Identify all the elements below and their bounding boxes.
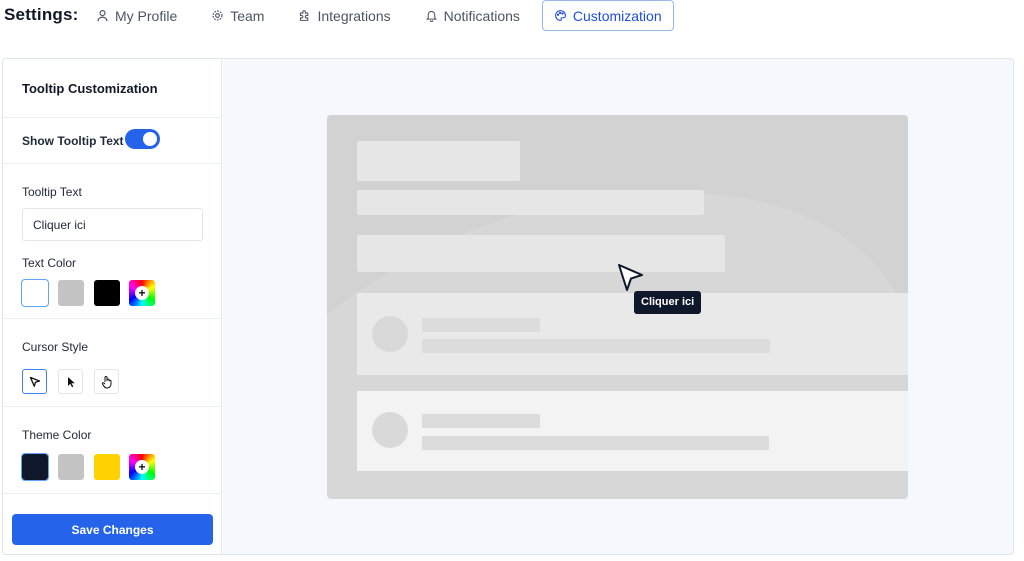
filled-pointer-icon <box>67 376 75 387</box>
cursor-style-outline-option[interactable] <box>22 369 47 394</box>
divider <box>3 318 222 319</box>
tab-customization[interactable]: Customization <box>541 0 674 31</box>
customization-panel: Tooltip Customization Show Tooltip Text … <box>2 58 1014 555</box>
hand-icon <box>101 375 111 388</box>
placeholder-line <box>422 339 770 353</box>
divider <box>3 163 222 164</box>
tooltip-text-input[interactable] <box>22 208 203 241</box>
theme-color-gray-swatch[interactable] <box>58 454 84 480</box>
placeholder-block <box>357 141 520 181</box>
tab-label: Team <box>230 7 265 24</box>
settings-tabs: My Profile Team Integrations Notificatio… <box>84 0 684 31</box>
bell-icon <box>425 10 437 22</box>
text-color-white-swatch[interactable] <box>21 279 49 307</box>
theme-color-custom-picker[interactable]: + <box>129 454 155 480</box>
text-color-gray-swatch[interactable] <box>58 280 84 306</box>
user-icon <box>97 10 108 22</box>
settings-title: Settings: <box>4 5 79 24</box>
gear-icon <box>212 10 223 21</box>
tab-integrations[interactable]: Integrations <box>286 0 402 31</box>
placeholder-avatar <box>372 412 408 448</box>
cursor-style-hand-option[interactable] <box>94 369 119 394</box>
placeholder-card <box>357 391 908 471</box>
preview-pointer-icon <box>618 264 643 291</box>
palette-icon <box>555 10 566 21</box>
preview-mockup: Cliquer ici <box>327 115 908 499</box>
placeholder-block <box>357 190 704 215</box>
tab-label: Customization <box>572 7 662 24</box>
placeholder-block <box>357 235 725 272</box>
tab-team[interactable]: Team <box>199 0 276 31</box>
show-tooltip-label: Show Tooltip Text <box>22 134 124 148</box>
theme-color-navy-swatch[interactable] <box>21 453 49 481</box>
plus-icon: + <box>135 286 149 300</box>
cursor-style-filled-option[interactable] <box>58 369 83 394</box>
plus-icon: + <box>135 460 149 474</box>
outline-pointer-icon <box>29 376 40 387</box>
text-color-label: Text Color <box>22 256 77 270</box>
tooltip-preview-area: Cliquer ici <box>223 59 1013 554</box>
puzzle-icon <box>300 10 309 21</box>
tab-notifications[interactable]: Notifications <box>413 0 532 31</box>
placeholder-line <box>422 414 540 428</box>
tab-label: Integrations <box>317 7 391 24</box>
placeholder-card <box>357 293 908 375</box>
cursor-style-label: Cursor Style <box>22 340 89 354</box>
tab-label: Notifications <box>443 7 520 24</box>
text-color-black-swatch[interactable] <box>94 280 120 306</box>
divider <box>3 493 222 494</box>
tooltip-text-label: Tooltip Text <box>22 185 82 199</box>
settings-header: Settings: My Profile Team Integrations N… <box>0 0 1024 32</box>
tooltip-settings-sidebar: Tooltip Customization Show Tooltip Text … <box>3 59 222 554</box>
save-changes-button[interactable]: Save Changes <box>12 514 213 545</box>
theme-color-yellow-swatch[interactable] <box>94 454 120 480</box>
placeholder-line <box>422 436 769 450</box>
divider <box>3 117 222 118</box>
tab-my-profile[interactable]: My Profile <box>84 0 189 31</box>
toggle-knob <box>143 132 157 146</box>
show-tooltip-toggle[interactable] <box>125 129 160 149</box>
preview-tooltip: Cliquer ici <box>634 291 702 314</box>
text-color-custom-picker[interactable]: + <box>129 280 155 306</box>
divider <box>3 406 222 407</box>
theme-color-label: Theme Color <box>22 428 92 442</box>
sidebar-title: Tooltip Customization <box>22 81 158 96</box>
tab-label: My Profile <box>115 7 178 24</box>
placeholder-avatar <box>372 316 408 352</box>
placeholder-line <box>422 318 540 332</box>
